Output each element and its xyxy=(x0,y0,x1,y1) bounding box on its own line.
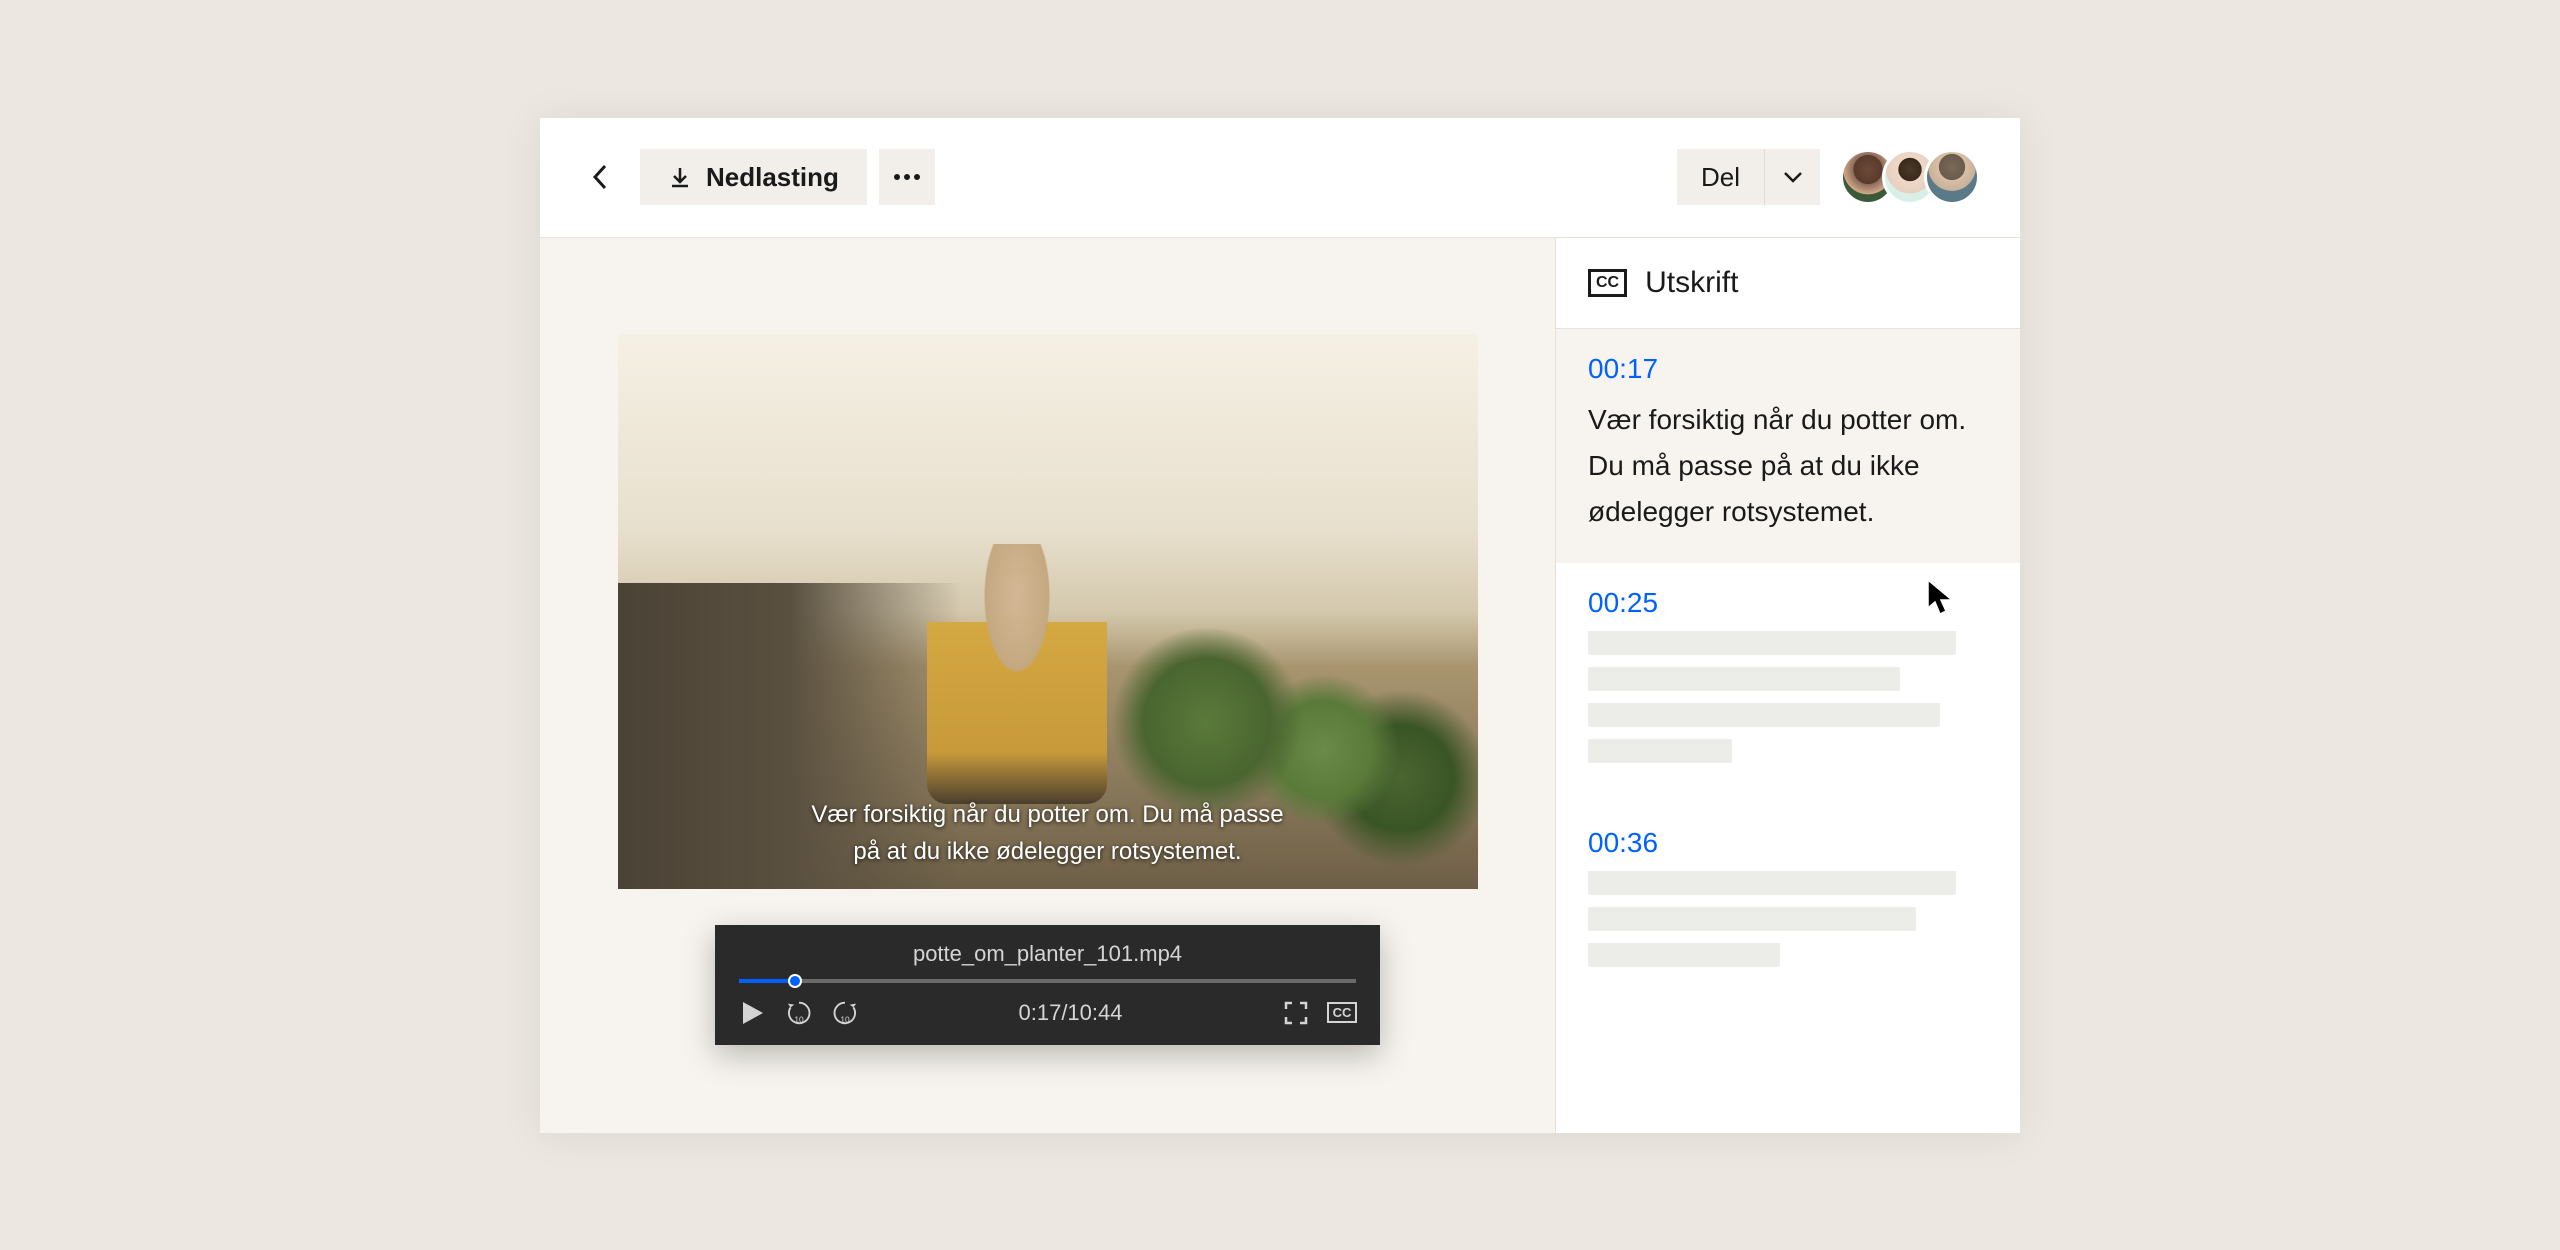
transcript-placeholder xyxy=(1588,631,1988,763)
chevron-down-icon xyxy=(1783,171,1803,183)
transcript-header: CC Utskrift xyxy=(1556,238,2020,329)
transcript-entry[interactable]: 00:36 xyxy=(1556,803,2020,1007)
ellipsis-icon xyxy=(894,174,920,180)
progress-track[interactable] xyxy=(739,979,1356,983)
download-label: Nedlasting xyxy=(706,162,839,193)
share-dropdown-button[interactable] xyxy=(1764,149,1820,205)
video-player-bar: potte_om_planter_101.mp4 10 10 0:17/10 xyxy=(715,925,1380,1045)
fullscreen-button[interactable] xyxy=(1282,999,1310,1027)
chevron-left-icon xyxy=(592,164,608,190)
transcript-body[interactable]: 00:17 Vær forsiktig når du potter om. Du… xyxy=(1556,329,2020,1133)
back-button[interactable] xyxy=(580,157,620,197)
cc-button[interactable]: CC xyxy=(1328,999,1356,1027)
rewind-10-button[interactable]: 10 xyxy=(785,999,813,1027)
content-area: Vær forsiktig når du potter om. Du må pa… xyxy=(540,238,2020,1133)
transcript-text: Vær forsiktig når du potter om. Du må pa… xyxy=(1588,397,1988,536)
avatar-stack[interactable] xyxy=(1840,149,1980,205)
progress-thumb[interactable] xyxy=(788,974,802,988)
forward-10-icon: 10 xyxy=(831,998,859,1028)
transcript-entry[interactable]: 00:25 xyxy=(1556,563,2020,803)
transcript-timestamp[interactable]: 00:36 xyxy=(1588,827,1988,859)
cc-icon: CC xyxy=(1327,1002,1358,1023)
player-controls: 10 10 0:17/10:44 CC xyxy=(739,999,1356,1027)
download-icon xyxy=(668,165,692,189)
transcript-placeholder xyxy=(1588,871,1988,967)
share-label: Del xyxy=(1701,162,1740,193)
time-display: 0:17/10:44 xyxy=(877,1000,1264,1026)
avatar[interactable] xyxy=(1924,149,1980,205)
play-icon xyxy=(743,1002,763,1024)
forward-10-button[interactable]: 10 xyxy=(831,999,859,1027)
cc-icon: CC xyxy=(1588,269,1627,297)
video-filename: potte_om_planter_101.mp4 xyxy=(739,941,1356,967)
transcript-title: Utskrift xyxy=(1645,266,1738,300)
transcript-pane: CC Utskrift 00:17 Vær forsiktig når du p… xyxy=(1555,238,2020,1133)
toolbar: Nedlasting Del xyxy=(540,118,2020,238)
transcript-entry[interactable]: 00:17 Vær forsiktig når du potter om. Du… xyxy=(1556,329,2020,564)
transcript-timestamp[interactable]: 00:25 xyxy=(1588,587,1988,619)
video-pane: Vær forsiktig når du potter om. Du må pa… xyxy=(540,238,1555,1133)
share-button[interactable]: Del xyxy=(1677,149,1764,205)
svg-text:10: 10 xyxy=(794,1014,804,1024)
more-button[interactable] xyxy=(879,149,935,205)
svg-text:10: 10 xyxy=(840,1014,850,1024)
video-caption: Vær forsiktig når du potter om. Du må pa… xyxy=(682,796,1413,870)
download-button[interactable]: Nedlasting xyxy=(640,149,867,205)
rewind-10-icon: 10 xyxy=(785,998,813,1028)
app-window: Nedlasting Del xyxy=(540,118,2020,1133)
video-frame[interactable]: Vær forsiktig når du potter om. Du må pa… xyxy=(618,334,1478,889)
progress-fill xyxy=(739,979,795,983)
play-button[interactable] xyxy=(739,999,767,1027)
share-button-group: Del xyxy=(1677,149,1820,205)
transcript-timestamp[interactable]: 00:17 xyxy=(1588,353,1988,385)
fullscreen-icon xyxy=(1284,1001,1308,1025)
